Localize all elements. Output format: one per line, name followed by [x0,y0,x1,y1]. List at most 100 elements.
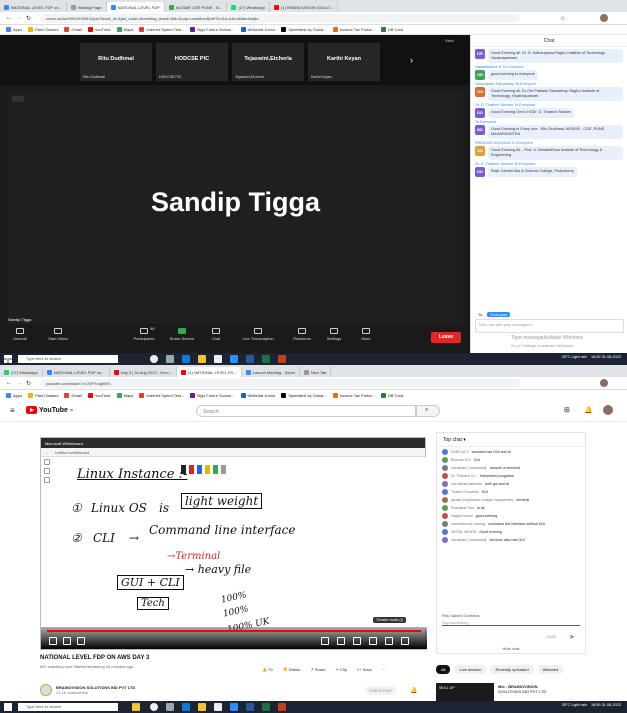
unmute-button[interactable]: Unmute [0,328,40,341]
edge-icon[interactable] [182,703,190,711]
back-icon[interactable]: ← [6,15,12,21]
recommended-thumbnail[interactable]: SKILL UP [436,683,494,701]
bookmark-item[interactable]: Speedtest by Ookla... [281,27,327,32]
chat-input[interactable]: Who can see your messages? [475,319,624,333]
chrome-icon[interactable] [214,355,222,363]
clip-button[interactable]: ✂ Clip [336,667,347,672]
windows-start-icon[interactable] [4,355,12,363]
chat-input[interactable]: Say something... [442,618,580,626]
chip-live[interactable]: Live session [454,665,487,674]
chat-recipient[interactable]: To: Everyone [475,312,511,317]
save-button[interactable]: ≡+ Save [357,667,372,672]
bookmark-item[interactable]: DB Card [380,392,403,398]
cortana-icon[interactable] [150,355,158,363]
task-view-icon[interactable] [166,355,174,363]
bookmark-item[interactable]: YouTube [87,27,111,32]
leave-button[interactable]: Leave [431,332,461,343]
top-tab-5[interactable]: (1) BRAINOVISION SOLUT... [270,2,339,12]
bookmark-item[interactable]: Byju Future School... [190,392,235,398]
avatar[interactable] [603,405,613,415]
clock[interactable]: 18:59 31-08-2022 [591,355,621,359]
top-tab-1[interactable]: Waiting Page [67,2,107,12]
bookmark-item[interactable]: Internet Speed Test... [139,27,184,32]
url-field[interactable]: zoom.us/wc/99019030911/join?track_id=&jm… [40,14,520,23]
chip-all[interactable]: All [436,665,451,674]
bookmark-item[interactable]: Income Tax Portal... [332,392,375,398]
captions-icon[interactable] [337,637,345,645]
bookmark-item[interactable]: Apps [6,392,22,398]
bookmark-item[interactable]: Speedtest by Ookla... [281,392,327,398]
bookmark-item[interactable]: Byju Future School... [190,27,235,32]
zoom-icon[interactable] [230,355,238,363]
star-icon[interactable]: ☆ [560,15,565,22]
bookmark-item[interactable]: Past Classes [28,27,58,32]
hide-chat-button[interactable]: Hide chat [437,646,585,651]
search-button[interactable]: ⌕ [416,405,440,417]
zoom-icon[interactable] [230,703,238,711]
chat-header[interactable]: Top chat ▾ [437,433,585,447]
back-icon[interactable]: ← [6,380,12,386]
participant-tile[interactable]: Ritu Dudhmal Ritu Dudhmal [80,43,152,81]
hamburger-menu-icon[interactable]: ≡ [10,406,15,415]
bottom-tab-1[interactable]: NATIONAL LEVEL FDP on... [43,367,110,377]
view-button[interactable]: View [445,38,454,43]
settings-icon[interactable] [353,637,361,645]
miniplayer-icon[interactable] [369,637,377,645]
chat-button[interactable]: Chat [196,328,236,341]
bookmark-item[interactable]: Whitehat Junior [240,27,275,32]
bookmark-item[interactable]: Income Tax Portal... [332,27,375,32]
top-tab-2[interactable]: NATIONAL LEVEL FDP [106,2,165,12]
like-button[interactable]: 👍 79 [262,667,273,672]
windows-start-icon[interactable] [4,703,12,711]
chip-recent[interactable]: Recently uploaded [490,665,534,674]
bookmark-item[interactable]: Gmail [64,392,82,398]
forward-icon[interactable]: → [16,380,22,386]
bookmark-item[interactable]: Apps [6,27,22,32]
fullscreen-icon[interactable] [401,637,409,645]
avatar[interactable] [600,14,608,22]
bell-icon[interactable]: 🔔 [410,687,417,694]
excel-icon[interactable] [262,355,270,363]
pause-icon[interactable] [49,637,57,645]
progress-bar[interactable] [47,630,421,632]
bookmark-item[interactable]: Maps [116,27,133,32]
live-transcription-button[interactable]: Live Transcription [238,328,278,341]
subscribe-button[interactable]: SUBSCRIBE [365,686,397,695]
top-tab-0[interactable]: NATIONAL LEVEL FDP on... [0,2,67,12]
bookmark-item[interactable]: Whitehat Junior [240,392,275,398]
file-explorer-icon[interactable] [198,703,206,711]
powerpoint-icon[interactable] [278,355,286,363]
bottom-tab-3[interactable]: (1) NATIONAL LEVEL FD... [176,367,242,377]
url-field[interactable]: youtube.com/watch?v=29P7oqyBH0 [40,379,520,388]
bookmark-item[interactable]: Maps [116,392,133,398]
clock[interactable]: 18:59 31-08-2022 [591,703,621,707]
video-player[interactable]: Microsoft Whiteboard ← Untitled whiteboar… [40,437,427,650]
participant-tile[interactable]: Karthi Keyan Karthi Keyan [308,43,380,81]
volume-icon[interactable] [77,637,85,645]
file-explorer-icon[interactable] [198,355,206,363]
bookmark-item[interactable]: YouTube [87,392,111,398]
next-page-arrow-icon[interactable]: › [410,55,413,65]
top-tab-3[interactable]: AICSME CSE PUNE - N... [165,2,228,12]
youtube-search-input[interactable]: Search [196,405,416,417]
dislike-button[interactable]: 👎 Dislike [283,667,301,672]
pen-palette[interactable] [181,465,226,474]
reload-icon[interactable]: ↻ [26,15,31,22]
send-icon[interactable]: ➤ [569,633,575,641]
start-video-button[interactable]: Start Video [38,328,78,341]
reload-icon[interactable]: ↻ [26,380,31,387]
bottom-tab-0[interactable]: (27) WhatsApp [0,367,43,377]
sticky-icon[interactable] [132,703,140,711]
recommended-info[interactable]: Mix - BRAINOVISION SOLUTIONS IND PVT LTD [498,684,546,694]
bottom-tab-5[interactable]: New Tab [300,367,332,377]
channel-avatar[interactable] [40,684,52,696]
excel-icon[interactable] [262,703,270,711]
participant-tile[interactable]: Tejaswini,Etcherla Tejaswini,Etcherla [232,43,304,81]
bookmark-item[interactable]: Internet Speed Test... [139,392,184,398]
chrome-icon[interactable] [214,703,222,711]
more-button[interactable]: More [346,328,386,341]
participant-tile[interactable]: HODCSE PIC HODCSE PIC [156,43,228,81]
youtube-logo[interactable]: YouTube IN [26,406,73,414]
bookmark-item[interactable]: Gmail [64,27,82,32]
edge-icon[interactable] [182,355,190,363]
